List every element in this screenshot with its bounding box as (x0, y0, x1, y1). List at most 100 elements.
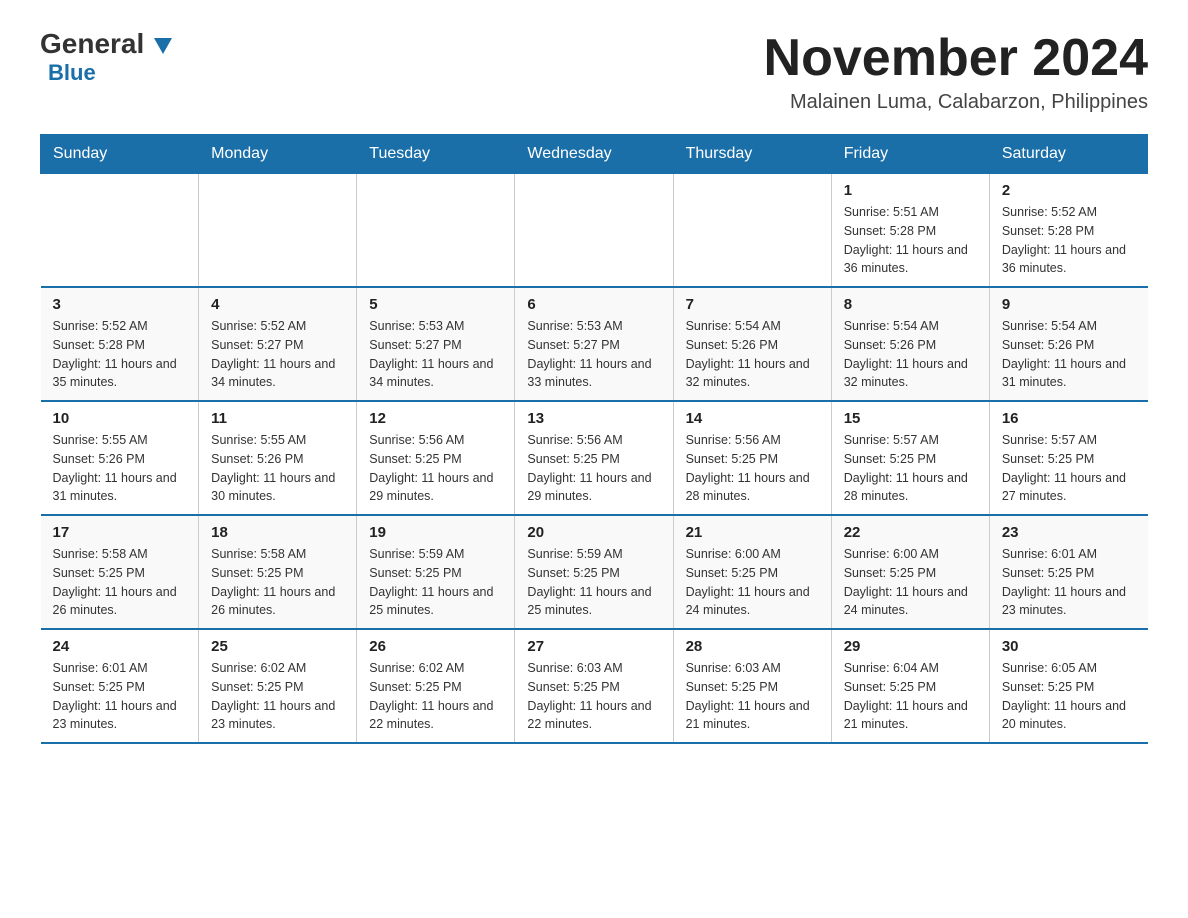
weekday-header-friday: Friday (831, 135, 989, 174)
day-info: Sunrise: 6:04 AMSunset: 5:25 PMDaylight:… (844, 659, 977, 734)
calendar-cell: 10 Sunrise: 5:55 AMSunset: 5:26 PMDayligh… (41, 401, 199, 515)
day-info: Sunrise: 5:53 AMSunset: 5:27 PMDaylight:… (369, 317, 502, 392)
day-number: 5 (369, 296, 502, 313)
day-info: Sunrise: 5:56 AMSunset: 5:25 PMDaylight:… (527, 431, 660, 506)
day-number: 19 (369, 524, 502, 541)
calendar-cell (673, 174, 831, 288)
day-info: Sunrise: 5:53 AMSunset: 5:27 PMDaylight:… (527, 317, 660, 392)
calendar-cell: 1 Sunrise: 5:51 AMSunset: 5:28 PMDaylight… (831, 174, 989, 288)
day-number: 22 (844, 524, 977, 541)
day-number: 20 (527, 524, 660, 541)
day-info: Sunrise: 5:54 AMSunset: 5:26 PMDaylight:… (1002, 317, 1136, 392)
logo: General Blue (40, 30, 172, 86)
day-info: Sunrise: 5:54 AMSunset: 5:26 PMDaylight:… (844, 317, 977, 392)
day-number: 16 (1002, 410, 1136, 427)
calendar-cell: 28 Sunrise: 6:03 AMSunset: 5:25 PMDayligh… (673, 629, 831, 743)
calendar-cell: 23 Sunrise: 6:01 AMSunset: 5:25 PMDayligh… (989, 515, 1147, 629)
calendar-cell: 8 Sunrise: 5:54 AMSunset: 5:26 PMDaylight… (831, 287, 989, 401)
day-number: 7 (686, 296, 819, 313)
weekday-header-monday: Monday (199, 135, 357, 174)
day-info: Sunrise: 5:57 AMSunset: 5:25 PMDaylight:… (844, 431, 977, 506)
calendar-week-row: 24 Sunrise: 6:01 AMSunset: 5:25 PMDayligh… (41, 629, 1148, 743)
day-number: 8 (844, 296, 977, 313)
day-info: Sunrise: 5:52 AMSunset: 5:27 PMDaylight:… (211, 317, 344, 392)
day-number: 12 (369, 410, 502, 427)
calendar-cell: 24 Sunrise: 6:01 AMSunset: 5:25 PMDayligh… (41, 629, 199, 743)
calendar-cell: 16 Sunrise: 5:57 AMSunset: 5:25 PMDayligh… (989, 401, 1147, 515)
day-number: 23 (1002, 524, 1136, 541)
calendar-cell: 15 Sunrise: 5:57 AMSunset: 5:25 PMDayligh… (831, 401, 989, 515)
calendar-cell: 29Sunrise: 6:04 AMSunset: 5:25 PMDayligh… (831, 629, 989, 743)
day-number: 21 (686, 524, 819, 541)
calendar-cell: 12 Sunrise: 5:56 AMSunset: 5:25 PMDayligh… (357, 401, 515, 515)
day-info: Sunrise: 5:56 AMSunset: 5:25 PMDaylight:… (369, 431, 502, 506)
calendar-body: 1 Sunrise: 5:51 AMSunset: 5:28 PMDaylight… (41, 174, 1148, 744)
calendar-cell: 4 Sunrise: 5:52 AMSunset: 5:27 PMDaylight… (199, 287, 357, 401)
calendar-cell: 22 Sunrise: 6:00 AMSunset: 5:25 PMDayligh… (831, 515, 989, 629)
day-number: 9 (1002, 296, 1136, 313)
day-number: 26 (369, 638, 502, 655)
day-number: 28 (686, 638, 819, 655)
day-number: 6 (527, 296, 660, 313)
weekday-header-sunday: Sunday (41, 135, 199, 174)
calendar-cell: 7Sunrise: 5:54 AMSunset: 5:26 PMDaylight… (673, 287, 831, 401)
day-info: Sunrise: 6:01 AMSunset: 5:25 PMDaylight:… (53, 659, 187, 734)
title-block: November 2024 Malainen Luma, Calabarzon,… (764, 30, 1148, 114)
calendar-cell: 21 Sunrise: 6:00 AMSunset: 5:25 PMDayligh… (673, 515, 831, 629)
day-number: 18 (211, 524, 344, 541)
month-year-title: November 2024 (764, 30, 1148, 87)
day-number: 27 (527, 638, 660, 655)
day-number: 25 (211, 638, 344, 655)
weekday-header-saturday: Saturday (989, 135, 1147, 174)
day-info: Sunrise: 6:02 AMSunset: 5:25 PMDaylight:… (211, 659, 344, 734)
day-info: Sunrise: 5:55 AMSunset: 5:26 PMDaylight:… (53, 431, 187, 506)
day-info: Sunrise: 6:03 AMSunset: 5:25 PMDaylight:… (686, 659, 819, 734)
day-info: Sunrise: 6:00 AMSunset: 5:25 PMDaylight:… (686, 545, 819, 620)
day-info: Sunrise: 5:59 AMSunset: 5:25 PMDaylight:… (527, 545, 660, 620)
calendar-cell: 2Sunrise: 5:52 AMSunset: 5:28 PMDaylight… (989, 174, 1147, 288)
day-info: Sunrise: 5:58 AMSunset: 5:25 PMDaylight:… (211, 545, 344, 620)
day-number: 15 (844, 410, 977, 427)
day-number: 4 (211, 296, 344, 313)
day-number: 24 (53, 638, 187, 655)
calendar-cell (515, 174, 673, 288)
day-info: Sunrise: 5:55 AMSunset: 5:26 PMDaylight:… (211, 431, 344, 506)
day-number: 13 (527, 410, 660, 427)
calendar-cell: 17Sunrise: 5:58 AMSunset: 5:25 PMDayligh… (41, 515, 199, 629)
calendar-cell: 11Sunrise: 5:55 AMSunset: 5:26 PMDayligh… (199, 401, 357, 515)
calendar-cell: 19Sunrise: 5:59 AMSunset: 5:25 PMDayligh… (357, 515, 515, 629)
logo-triangle-icon (154, 38, 172, 54)
day-number: 2 (1002, 182, 1136, 199)
calendar-week-row: 10 Sunrise: 5:55 AMSunset: 5:26 PMDayligh… (41, 401, 1148, 515)
day-info: Sunrise: 6:03 AMSunset: 5:25 PMDaylight:… (527, 659, 660, 734)
calendar-cell: 3 Sunrise: 5:52 AMSunset: 5:28 PMDaylight… (41, 287, 199, 401)
calendar-week-row: 1 Sunrise: 5:51 AMSunset: 5:28 PMDaylight… (41, 174, 1148, 288)
weekday-header-tuesday: Tuesday (357, 135, 515, 174)
day-info: Sunrise: 6:01 AMSunset: 5:25 PMDaylight:… (1002, 545, 1136, 620)
calendar-cell: 6 Sunrise: 5:53 AMSunset: 5:27 PMDaylight… (515, 287, 673, 401)
day-number: 17 (53, 524, 187, 541)
calendar-cell: 26 Sunrise: 6:02 AMSunset: 5:25 PMDayligh… (357, 629, 515, 743)
calendar-table: SundayMondayTuesdayWednesdayThursdayFrid… (40, 134, 1148, 744)
logo-text: General (40, 30, 172, 58)
day-info: Sunrise: 6:00 AMSunset: 5:25 PMDaylight:… (844, 545, 977, 620)
day-number: 10 (53, 410, 187, 427)
calendar-cell: 5 Sunrise: 5:53 AMSunset: 5:27 PMDaylight… (357, 287, 515, 401)
day-number: 14 (686, 410, 819, 427)
calendar-cell (199, 174, 357, 288)
calendar-cell: 9 Sunrise: 5:54 AMSunset: 5:26 PMDaylight… (989, 287, 1147, 401)
calendar-cell (357, 174, 515, 288)
day-info: Sunrise: 6:02 AMSunset: 5:25 PMDaylight:… (369, 659, 502, 734)
day-info: Sunrise: 5:51 AMSunset: 5:28 PMDaylight:… (844, 203, 977, 278)
day-info: Sunrise: 6:05 AMSunset: 5:25 PMDaylight:… (1002, 659, 1136, 734)
day-info: Sunrise: 5:57 AMSunset: 5:25 PMDaylight:… (1002, 431, 1136, 506)
day-number: 1 (844, 182, 977, 199)
calendar-week-row: 17 Sunrise: 5:58 AMSunset: 5:25 PMDayligh… (41, 515, 1148, 629)
calendar-cell: 14Sunrise: 5:56 AMSunset: 5:25 PMDayligh… (673, 401, 831, 515)
day-info: Sunrise: 5:52 AMSunset: 5:28 PMDaylight:… (53, 317, 187, 392)
day-number: 3 (53, 296, 187, 313)
calendar-cell: 30Sunrise: 6:05 AMSunset: 5:25 PMDayligh… (989, 629, 1147, 743)
logo-blue-label: Blue (44, 60, 96, 86)
calendar-cell: 18 Sunrise: 5:58 AMSunset: 5:25 PMDayligh… (199, 515, 357, 629)
weekday-header-wednesday: Wednesday (515, 135, 673, 174)
